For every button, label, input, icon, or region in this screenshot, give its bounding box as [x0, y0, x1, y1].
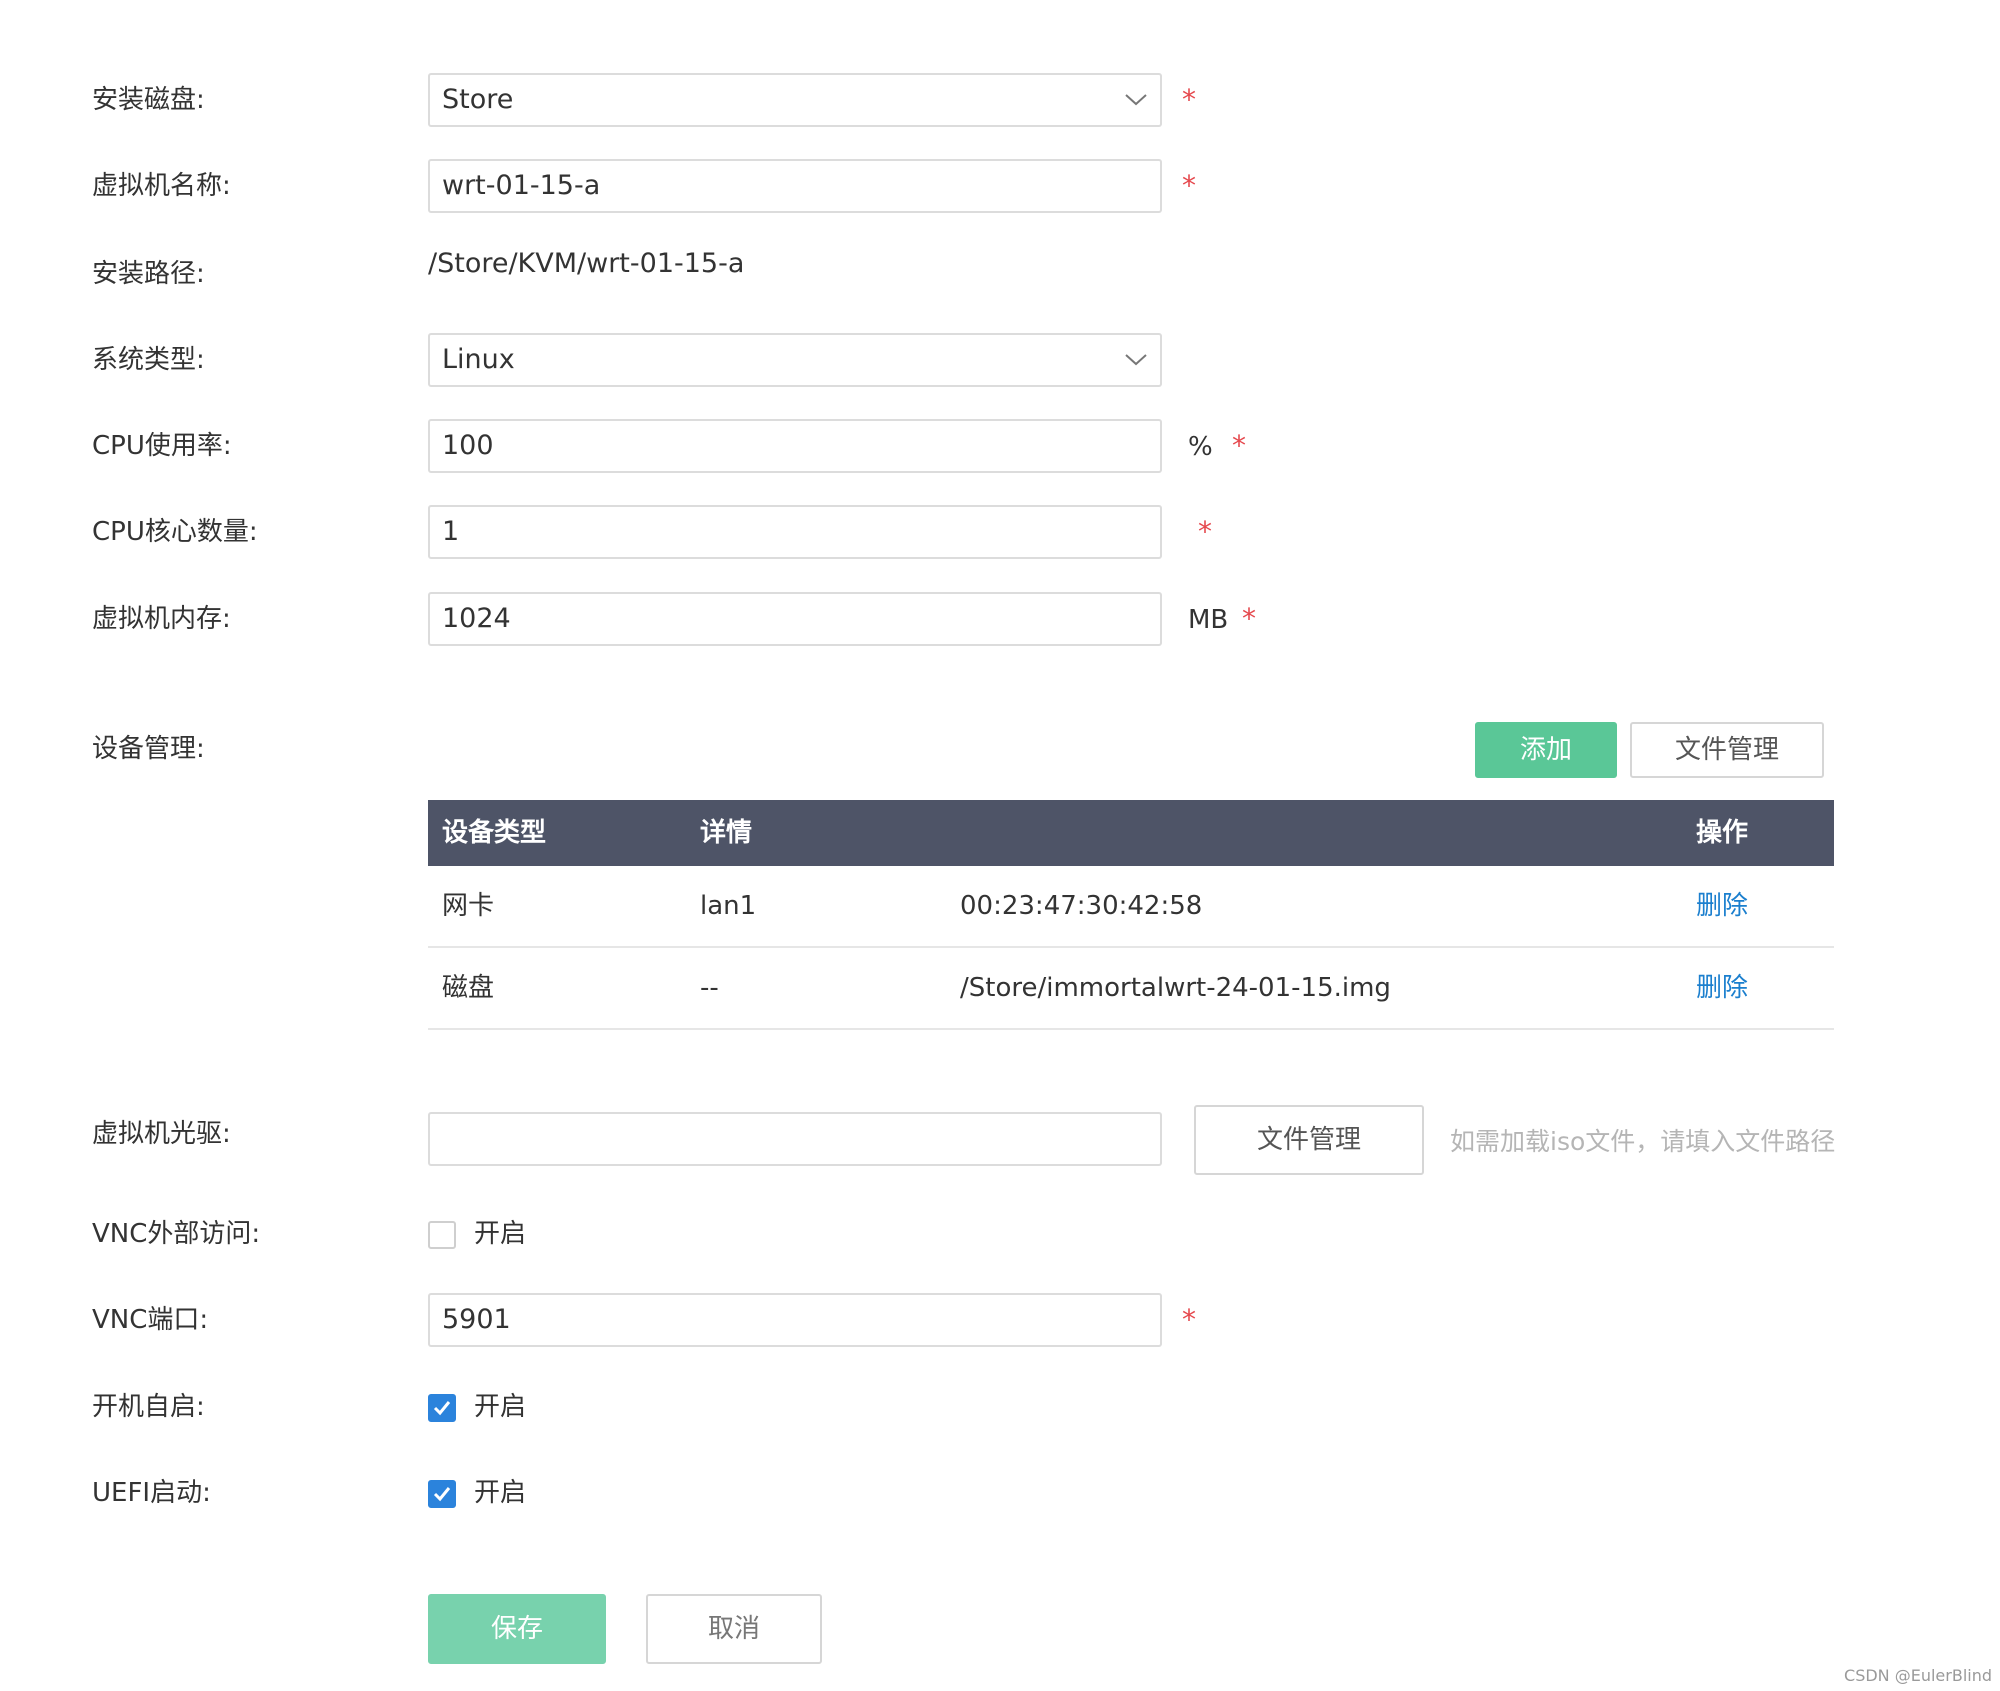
header-device-type: 设备类型 — [442, 818, 547, 848]
cdrom-hint: 如需加载iso文件，请填入文件路径 — [1450, 1127, 1836, 1156]
required-mark: * — [1182, 83, 1196, 116]
vm-name-input[interactable]: wrt-01-15-a — [428, 159, 1162, 213]
device-management-label: 设备管理: — [92, 734, 205, 764]
autostart-label: 开机自启: — [92, 1392, 205, 1422]
vnc-access-checkbox[interactable] — [428, 1221, 456, 1249]
install-disk-select[interactable]: Store — [428, 73, 1162, 127]
vnc-access-option: 开启 — [474, 1219, 527, 1249]
cpu-usage-unit: % — [1188, 432, 1213, 462]
vnc-port-label: VNC端口: — [92, 1305, 209, 1335]
device-info-cell: /Store/immortalwrt-24-01-15.img — [960, 973, 1391, 1003]
delete-device-link[interactable]: 删除 — [1696, 948, 1748, 1028]
cdrom-label: 虚拟机光驱: — [92, 1119, 231, 1149]
uefi-option: 开启 — [474, 1478, 527, 1508]
uefi-checkbox[interactable] — [428, 1480, 456, 1508]
os-type-value: Linux — [442, 344, 515, 375]
device-info-cell: 00:23:47:30:42:58 — [960, 891, 1203, 921]
uefi-label: UEFI启动: — [92, 1478, 211, 1508]
install-path-value: /Store/KVM/wrt-01-15-a — [428, 248, 745, 279]
cpu-cores-label: CPU核心数量: — [92, 517, 258, 547]
cpu-usage-input[interactable]: 100 — [428, 419, 1162, 473]
cdrom-file-manage-button[interactable]: 文件管理 — [1194, 1105, 1424, 1175]
device-file-manage-button[interactable]: 文件管理 — [1630, 722, 1824, 778]
save-button[interactable]: 保存 — [428, 1594, 606, 1664]
cdrom-path-input[interactable] — [428, 1112, 1162, 1166]
check-icon — [433, 1401, 451, 1416]
install-disk-label: 安装磁盘: — [92, 85, 205, 115]
device-table: 设备类型 详情 操作 网卡 lan1 00:23:47:30:42:58 删除 … — [428, 800, 1834, 1030]
watermark: CSDN @EulerBlind — [1844, 1666, 1992, 1685]
install-disk-value: Store — [442, 84, 514, 115]
cancel-button[interactable]: 取消 — [646, 1594, 822, 1664]
cpu-cores-input[interactable]: 1 — [428, 505, 1162, 559]
vm-memory-label: 虚拟机内存: — [92, 604, 231, 634]
vm-memory-unit: MB — [1188, 605, 1229, 635]
vnc-port-input[interactable]: 5901 — [428, 1293, 1162, 1347]
device-detail-cell: lan1 — [700, 891, 757, 921]
autostart-option: 开启 — [474, 1392, 527, 1422]
required-mark: * — [1198, 515, 1212, 548]
autostart-checkbox[interactable] — [428, 1394, 456, 1422]
device-detail-cell: -- — [700, 973, 719, 1003]
install-path-label: 安装路径: — [92, 259, 205, 289]
device-type-cell: 磁盘 — [442, 973, 495, 1003]
chevron-down-icon — [1124, 75, 1148, 125]
header-detail: 详情 — [700, 818, 753, 848]
cpu-usage-label: CPU使用率: — [92, 431, 232, 461]
check-icon — [433, 1487, 451, 1502]
device-table-header: 设备类型 详情 操作 — [428, 800, 1834, 866]
os-type-label: 系统类型: — [92, 345, 205, 375]
required-mark: * — [1242, 602, 1256, 635]
vm-memory-input[interactable]: 1024 — [428, 592, 1162, 646]
required-mark: * — [1232, 429, 1246, 462]
os-type-select[interactable]: Linux — [428, 333, 1162, 387]
header-action: 操作 — [1696, 818, 1749, 848]
delete-device-link[interactable]: 删除 — [1696, 866, 1748, 946]
device-type-cell: 网卡 — [442, 891, 495, 921]
vnc-access-label: VNC外部访问: — [92, 1219, 261, 1249]
chevron-down-icon — [1124, 335, 1148, 385]
table-row: 磁盘 -- /Store/immortalwrt-24-01-15.img 删除 — [428, 948, 1834, 1030]
required-mark: * — [1182, 1303, 1196, 1336]
vm-name-label: 虚拟机名称: — [92, 171, 231, 201]
add-device-button[interactable]: 添加 — [1475, 722, 1617, 778]
required-mark: * — [1182, 169, 1196, 202]
table-row: 网卡 lan1 00:23:47:30:42:58 删除 — [428, 866, 1834, 948]
